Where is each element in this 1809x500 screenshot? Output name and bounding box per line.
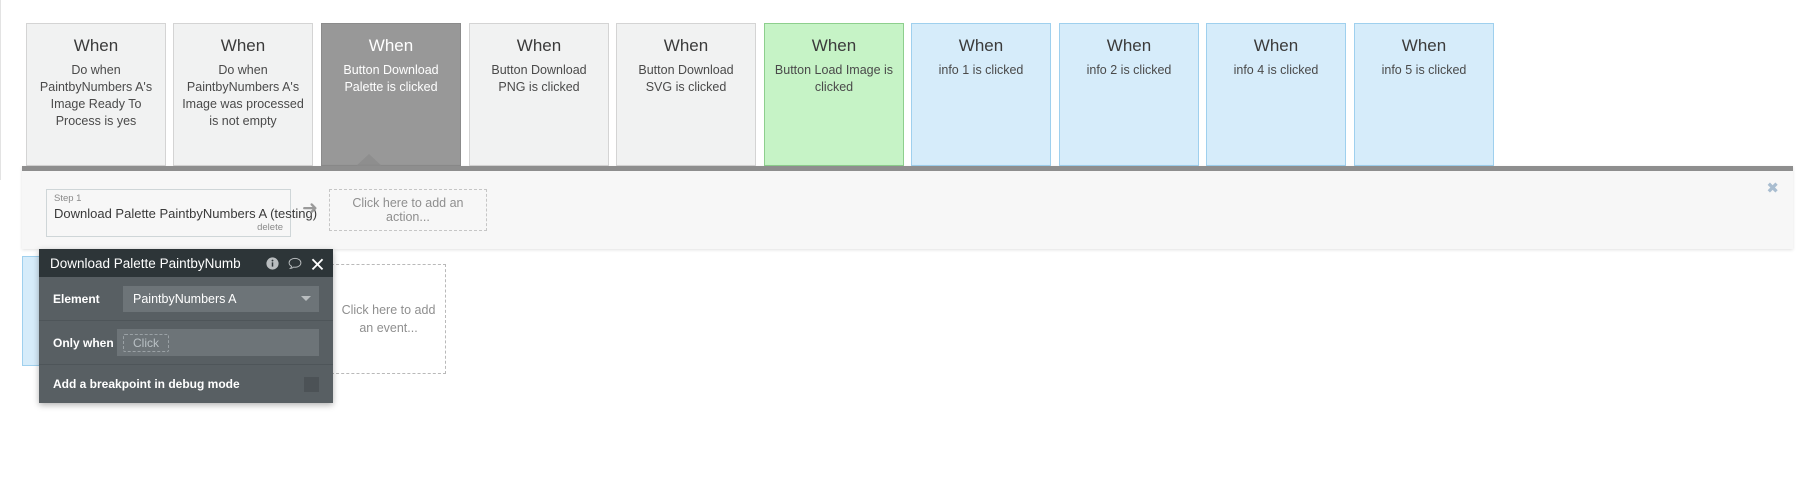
- event-card-9[interactable]: When info 5 is clicked: [1354, 23, 1494, 166]
- event-card-when-label: When: [1253, 36, 1299, 55]
- element-dropdown[interactable]: PaintbyNumbers A: [123, 285, 319, 312]
- only-when-row-label: Only when: [53, 335, 114, 350]
- event-card-4[interactable]: When Button Download SVG is clicked: [616, 23, 756, 166]
- event-card-7[interactable]: When info 2 is clicked: [1059, 23, 1199, 166]
- popup-header: Download Palette PaintbyNumb: [39, 249, 333, 277]
- delete-step-link[interactable]: delete: [54, 222, 283, 234]
- breakpoint-checkbox[interactable]: [304, 376, 319, 392]
- popup-title: Download Palette PaintbyNumb: [50, 255, 241, 271]
- event-card-when-label: When: [516, 36, 562, 55]
- event-card-description: Button Download PNG is clicked: [491, 63, 587, 94]
- event-card-when-label: When: [368, 36, 414, 55]
- event-card-description: info 5 is clicked: [1381, 63, 1467, 77]
- info-icon[interactable]: [266, 256, 279, 270]
- event-card-row: When Do when PaintbyNumbers A's Image Re…: [0, 0, 1809, 170]
- event-card-when-label: When: [1106, 36, 1152, 55]
- event-card-when-label: When: [811, 36, 857, 55]
- event-card-when-label: When: [220, 36, 266, 55]
- event-card-description: info 2 is clicked: [1086, 63, 1172, 77]
- event-card-when-label: When: [1401, 36, 1447, 55]
- only-when-input[interactable]: Click: [117, 329, 319, 356]
- close-icon[interactable]: [311, 257, 324, 270]
- step-panel: ✖ Step 1 Download Palette PaintbyNumbers…: [22, 166, 1793, 249]
- event-card-when-label: When: [663, 36, 709, 55]
- event-card-description: Button Load Image is clicked: [774, 63, 894, 94]
- event-card-5[interactable]: When Button Load Image is clicked: [764, 23, 904, 166]
- event-card-2[interactable]: When Button Download Palette is clicked: [321, 23, 461, 166]
- event-card-8[interactable]: When info 4 is clicked: [1206, 23, 1346, 166]
- event-card-0[interactable]: When Do when PaintbyNumbers A's Image Re…: [26, 23, 166, 166]
- event-card-3[interactable]: When Button Download PNG is clicked: [469, 23, 609, 166]
- step-number-label: Step 1: [54, 193, 82, 204]
- event-card-when-label: When: [73, 36, 119, 55]
- event-card-when-label: When: [958, 36, 1004, 55]
- event-card-description: Button Download Palette is clicked: [343, 63, 439, 94]
- only-when-placeholder: Click: [123, 333, 169, 352]
- element-row: Element PaintbyNumbers A: [39, 277, 333, 321]
- add-action-placeholder[interactable]: Click here to add an action...: [328, 189, 487, 231]
- breakpoint-label: Add a breakpoint in debug mode: [53, 377, 240, 391]
- close-icon[interactable]: ✖: [1766, 181, 1779, 196]
- action-property-popup: Download Palette PaintbyNumb Element Pai…: [39, 249, 333, 403]
- event-card-1[interactable]: When Do when PaintbyNumbers A's Image wa…: [173, 23, 313, 166]
- event-card-description: info 1 is clicked: [938, 63, 1024, 77]
- event-card-6[interactable]: When info 1 is clicked: [911, 23, 1051, 166]
- event-card-description: Button Download SVG is clicked: [638, 63, 734, 94]
- add-event-placeholder[interactable]: Click here to add an event...: [331, 264, 446, 374]
- element-dropdown-value: PaintbyNumbers A: [133, 291, 237, 306]
- event-card-description: info 4 is clicked: [1233, 63, 1319, 77]
- chevron-down-icon: [301, 296, 311, 301]
- step-panel-content: Step 1 Download Palette PaintbyNumbers A…: [46, 189, 487, 237]
- arrow-right-icon: ➜: [302, 197, 318, 219]
- event-card-description: Do when PaintbyNumbers A's Image was pro…: [182, 63, 304, 128]
- only-when-row: Only when Click: [39, 321, 333, 365]
- step-title: Download Palette PaintbyNumbers A (testi…: [54, 206, 318, 221]
- element-row-label: Element: [53, 291, 100, 306]
- breakpoint-row: Add a breakpoint in debug mode: [39, 365, 333, 403]
- step-card[interactable]: Step 1 Download Palette PaintbyNumbers A…: [46, 189, 318, 237]
- comment-icon[interactable]: [288, 257, 302, 270]
- event-card-description: Do when PaintbyNumbers A's Image Ready T…: [39, 63, 153, 128]
